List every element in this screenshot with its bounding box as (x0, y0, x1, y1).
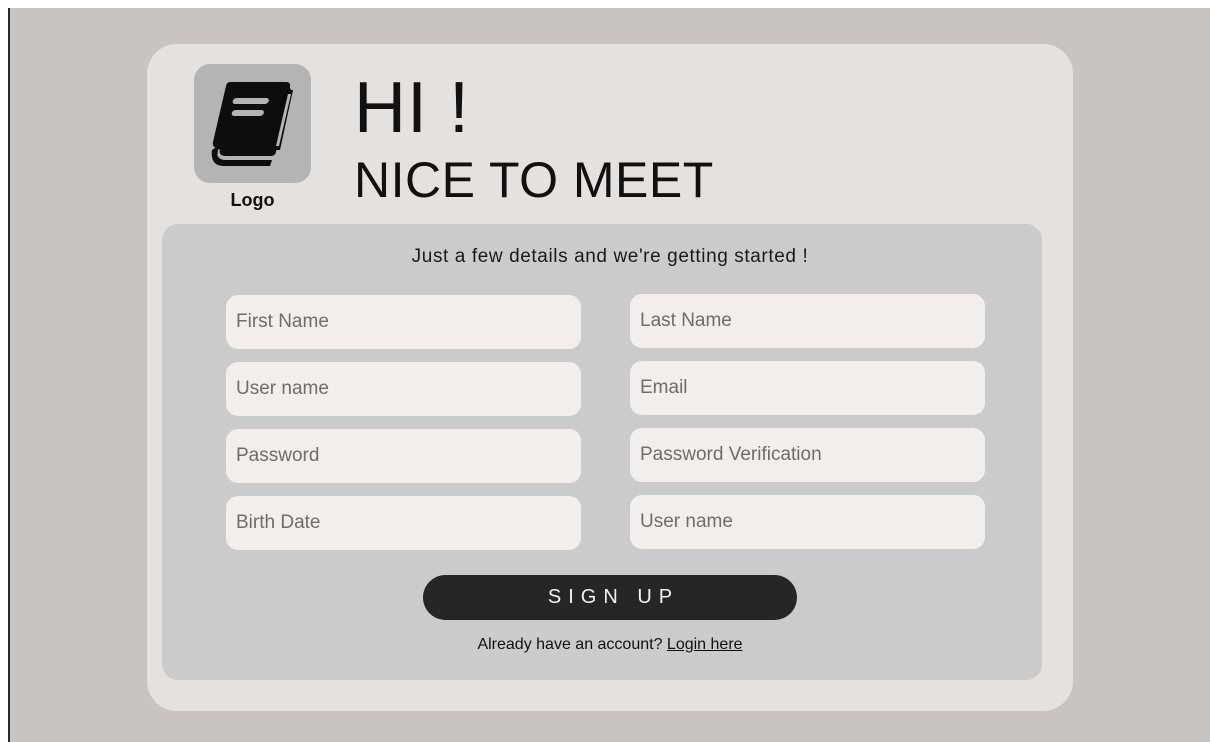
password-verification-input[interactable] (630, 428, 985, 482)
login-prompt-text: Already have an account? (477, 636, 663, 653)
sign-up-button[interactable]: SIGN UP (423, 575, 797, 620)
logo (194, 64, 311, 183)
first-name-input[interactable] (226, 295, 581, 349)
password-input[interactable] (226, 429, 581, 483)
birth-date-input[interactable] (226, 496, 581, 550)
greeting-title: HI ! (354, 68, 471, 148)
email-input[interactable] (630, 361, 985, 415)
login-link[interactable]: Login here (667, 636, 743, 653)
logo-label: Logo (230, 190, 275, 210)
login-prompt-line: Already have an account? Login here (162, 636, 1058, 654)
last-name-input[interactable] (630, 294, 985, 348)
greeting-subtitle: NICE TO MEET (354, 152, 714, 208)
book-icon (211, 82, 293, 166)
username-input-2[interactable] (630, 495, 985, 549)
username-input[interactable] (226, 362, 581, 416)
form-tagline: Just a few details and we're getting sta… (411, 246, 809, 267)
